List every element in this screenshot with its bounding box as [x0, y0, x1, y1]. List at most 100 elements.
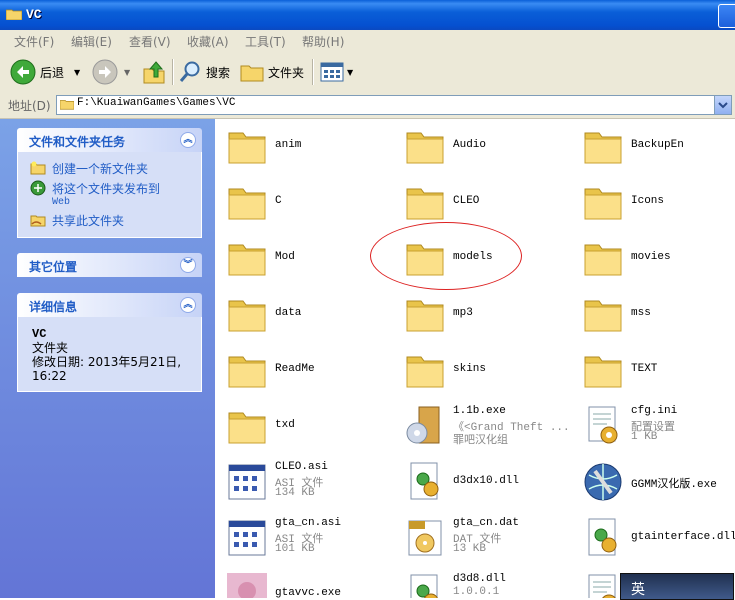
folder-item[interactable]: TEXT [575, 343, 735, 395]
file-item[interactable]: gtainterface.dll [575, 511, 735, 563]
item-type: 1.0.0.1 [453, 586, 500, 598]
item-name: gta_cn.dat [453, 517, 520, 529]
folder-item[interactable]: anim [219, 119, 397, 171]
menu-bar: 文件(F) 编辑(E) 查看(V) 收藏(A) 工具(T) 帮助(H) [0, 30, 735, 53]
expand-icon[interactable]: ︾ [180, 257, 196, 273]
other-places-header[interactable]: 其它位置 ︾ [17, 253, 202, 277]
config-icon [581, 405, 625, 447]
new-folder-icon [30, 161, 46, 175]
folder-item[interactable]: Audio [397, 119, 575, 171]
globe-icon [581, 461, 625, 503]
menu-file[interactable]: 文件(F) [14, 33, 54, 50]
item-name: gta_cn.asi [275, 517, 342, 529]
folder-icon [225, 293, 269, 335]
back-button[interactable]: 后退 ▼ [10, 58, 80, 86]
details-header[interactable]: 详细信息 ︽ [17, 293, 202, 317]
ime-indicator[interactable]: 英 [620, 573, 734, 600]
item-name: CLEO [453, 195, 480, 207]
folder-item[interactable]: mp3 [397, 287, 575, 339]
back-dropdown-icon[interactable]: ▼ [74, 68, 80, 77]
item-name: GGMM汉化版.exe [631, 479, 717, 491]
folder-icon [225, 349, 269, 391]
item-size: 134 KB [275, 487, 315, 499]
annotation-circle [370, 222, 522, 290]
file-tasks-header[interactable]: 文件和文件夹任务 ︽ [17, 128, 202, 152]
item-name: d3d8.dll [453, 573, 506, 585]
folder-item[interactable]: data [219, 287, 397, 339]
address-dropdown-button[interactable] [714, 96, 731, 114]
chevron-down-icon [718, 102, 728, 109]
menu-edit[interactable]: 编辑(E) [71, 33, 112, 50]
task-new-folder[interactable]: 创建一个新文件夹 [30, 160, 148, 177]
folder-icon [581, 237, 625, 279]
file-item[interactable]: cfg.ini 配置设置 1 KB [575, 399, 735, 451]
folder-icon [403, 293, 447, 335]
item-size: 罪吧汉化组 [453, 435, 508, 447]
views-button[interactable]: ▼ [320, 58, 353, 86]
collapse-icon[interactable]: ︽ [180, 297, 196, 313]
menu-favorites[interactable]: 收藏(A) [187, 33, 229, 50]
config-icon [581, 573, 625, 598]
file-item[interactable]: gtavvc.exe [219, 567, 397, 598]
folder-icon [581, 293, 625, 335]
task-share-folder[interactable]: 共享此文件夹 [30, 212, 124, 229]
file-item[interactable]: gta_cn.asi ASI 文件 101 KB [219, 511, 397, 563]
file-item[interactable]: gta_cn.dat DAT 文件 13 KB [397, 511, 575, 563]
item-name: Audio [453, 139, 487, 151]
collapse-icon[interactable]: ︽ [180, 132, 196, 148]
views-dropdown-icon[interactable]: ▼ [347, 68, 353, 77]
search-button[interactable]: 搜索 [178, 58, 230, 86]
dll-icon [403, 573, 447, 598]
folder-icon [225, 125, 269, 167]
item-name: data [275, 307, 302, 319]
item-name: 1.1b.exe [453, 405, 506, 417]
views-icon [320, 62, 344, 82]
forward-dropdown-icon[interactable]: ▼ [124, 68, 130, 77]
folder-icon [225, 181, 269, 223]
details-type: 文件夹 [32, 341, 69, 355]
folder-item[interactable]: mss [575, 287, 735, 339]
address-input[interactable]: F:\KuaiwanGames\Games\VC [56, 95, 732, 115]
file-item[interactable]: d3d8.dll 1.0.0.1 [397, 567, 575, 598]
menu-view[interactable]: 查看(V) [129, 33, 171, 50]
task-publish-web[interactable]: 将这个文件夹发布到 Web [30, 180, 160, 208]
folder-item[interactable]: skins [397, 343, 575, 395]
folder-item[interactable]: movies [575, 231, 735, 283]
folders-button[interactable]: 文件夹 [240, 58, 304, 86]
folder-item[interactable]: txd [219, 399, 397, 451]
title-bar[interactable]: VC [0, 0, 735, 30]
item-name: anim [275, 139, 302, 151]
item-name: txd [275, 419, 295, 431]
file-item[interactable]: d3dx10.dll [397, 455, 575, 507]
menu-tools[interactable]: 工具(T) [245, 33, 286, 50]
file-item[interactable]: CLEO.asi ASI 文件 134 KB [219, 455, 397, 507]
minimize-button[interactable] [718, 4, 735, 28]
item-name: C [275, 195, 282, 207]
file-tasks-body: 创建一个新文件夹 将这个文件夹发布到 Web 共享此文件夹 [17, 152, 202, 238]
up-folder-button[interactable] [142, 58, 166, 86]
menu-help[interactable]: 帮助(H) [302, 33, 344, 50]
up-folder-icon [143, 61, 165, 84]
forward-arrow-icon [92, 59, 118, 85]
folder-icon [225, 237, 269, 279]
dll-icon [403, 461, 447, 503]
folder-icon [581, 181, 625, 223]
folder-item[interactable]: C [219, 175, 397, 227]
details-body: VC 文件夹 修改日期: 2013年5月21日, 16:22 [17, 317, 202, 392]
file-item[interactable]: GGMM汉化版.exe [575, 455, 735, 507]
item-name: TEXT [631, 363, 658, 375]
forward-button[interactable]: ▼ [92, 58, 130, 86]
folder-item[interactable]: Icons [575, 175, 735, 227]
address-path: F:\KuaiwanGames\Games\VC [77, 97, 236, 109]
folder-item[interactable]: CLEO [397, 175, 575, 227]
address-bar: 地址(D) F:\KuaiwanGames\Games\VC [0, 92, 735, 119]
file-item[interactable]: 1.1b.exe 《<Grand Theft ... 罪吧汉化组 [397, 399, 575, 451]
doc-icon [225, 517, 269, 559]
toolbar-separator [172, 59, 174, 85]
item-name: cfg.ini [631, 405, 678, 417]
item-name: mp3 [453, 307, 473, 319]
folder-item[interactable]: BackupEn [575, 119, 735, 171]
folder-icon [403, 349, 447, 391]
details-modified: 修改日期: 2013年5月21日, 16:22 [32, 355, 182, 383]
folder-item[interactable]: ReadMe [219, 343, 397, 395]
